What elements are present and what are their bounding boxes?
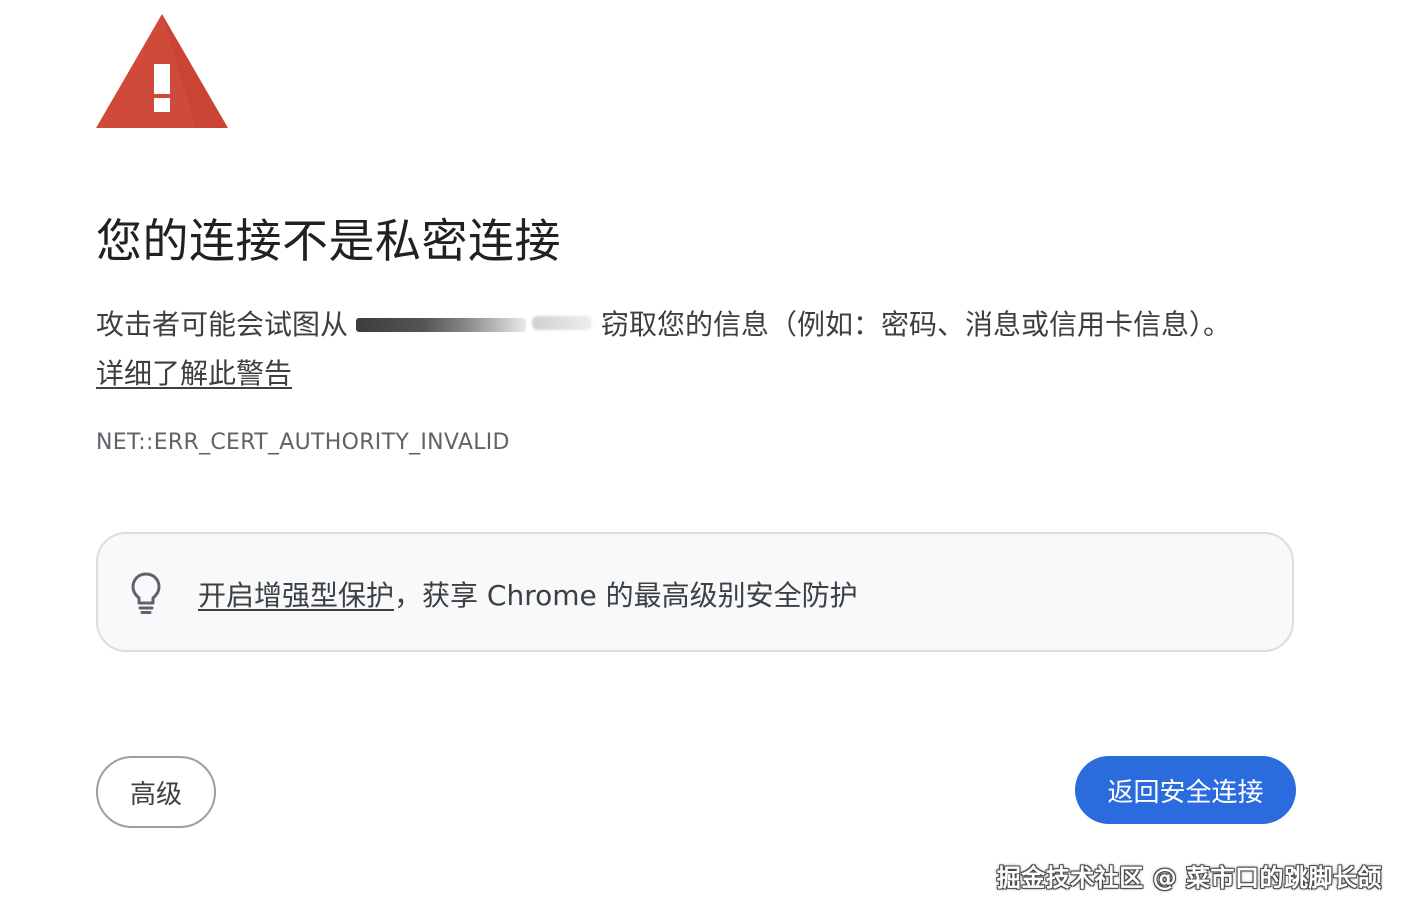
- learn-more-link[interactable]: 详细了解此警告: [96, 357, 292, 390]
- enhanced-protection-text: 开启增强型保护，获享 Chrome 的最高级别安全防护: [198, 574, 858, 614]
- explanation-text: 攻击者可能会试图从 窃取您的信息（例如：密码、消息或信用卡信息）。详细了解此警告: [96, 300, 1246, 398]
- warning-triangle-icon: [96, 14, 228, 128]
- error-code: NET::ERR_CERT_AUTHORITY_INVALID: [96, 430, 510, 455]
- page-title: 您的连接不是私密连接: [96, 214, 561, 268]
- lightbulb-icon: [131, 572, 161, 614]
- advanced-button[interactable]: 高级: [96, 756, 216, 828]
- enhanced-protection-promo: 开启增强型保护，获享 Chrome 的最高级别安全防护: [96, 532, 1294, 652]
- redacted-host-address: [352, 312, 597, 336]
- explanation-after-host: 窃取您的信息（例如：密码、消息或信用卡信息）。: [601, 308, 1232, 341]
- explanation-before-host: 攻击者可能会试图从: [96, 308, 349, 341]
- watermark: 掘金技术社区 @ 菜市口的跳脚长颌: [996, 864, 1382, 892]
- enable-enhanced-protection-link[interactable]: 开启增强型保护: [198, 579, 394, 612]
- back-to-safety-button[interactable]: 返回安全连接: [1075, 756, 1296, 824]
- enhanced-protection-description: ，获享 Chrome 的最高级别安全防护: [394, 579, 858, 612]
- interstitial-page: 您的连接不是私密连接 攻击者可能会试图从 窃取您的信息（例如：密码、消息或信用卡信…: [0, 0, 1406, 916]
